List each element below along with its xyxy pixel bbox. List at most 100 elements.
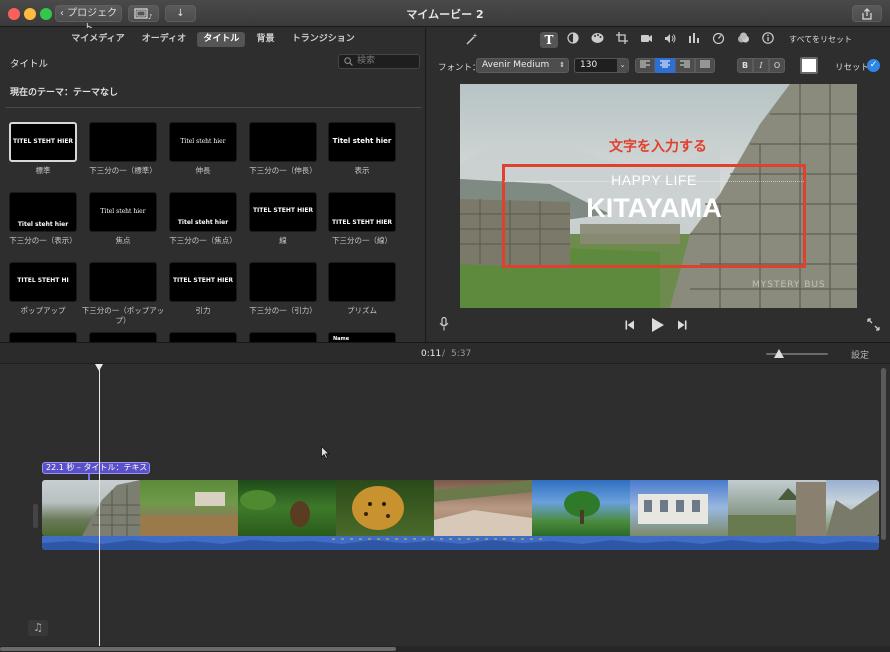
- playhead-handle[interactable]: [95, 364, 103, 371]
- title-tile-label: 下三分の一（線）: [332, 236, 392, 245]
- volume-icon[interactable]: [661, 32, 679, 48]
- audio-waveform[interactable]: [42, 536, 879, 550]
- clip-thumbnail[interactable]: [630, 480, 728, 536]
- checkmark-icon[interactable]: ✓: [867, 59, 880, 72]
- camera-stabilization-icon[interactable]: [637, 32, 655, 48]
- tab-audio[interactable]: オーディオ: [136, 32, 192, 47]
- title-tile[interactable]: TITEL STEHT HIER: [328, 192, 396, 232]
- vertical-scrollbar-thumb[interactable]: [881, 368, 886, 540]
- font-label: フォント：: [438, 63, 481, 73]
- clip-thumbnail[interactable]: [42, 480, 140, 536]
- justify-button[interactable]: [695, 58, 715, 73]
- time-separator: /: [442, 349, 446, 359]
- title-tile-label: 標準: [35, 166, 51, 175]
- play-icon[interactable]: [651, 317, 665, 333]
- clip-thumbnail[interactable]: [826, 480, 879, 536]
- bold-button[interactable]: B: [737, 58, 753, 73]
- clip-thumbnail[interactable]: [728, 480, 826, 536]
- title-tile-label: 伸長: [195, 166, 211, 175]
- title-tile[interactable]: Titel steht hier: [9, 192, 77, 232]
- horizontal-scrollbar-track[interactable]: [0, 646, 890, 652]
- title-text-icon[interactable]: T: [540, 32, 558, 48]
- title-clip[interactable]: 22.1 秒 – タイトル：テキスト: [42, 462, 150, 474]
- speed-gauge-icon[interactable]: [709, 32, 727, 48]
- title-tile[interactable]: [9, 332, 77, 342]
- playhead[interactable]: [95, 364, 103, 646]
- video-clip-strip[interactable]: [42, 480, 879, 536]
- title-tile[interactable]: [328, 262, 396, 302]
- title-line-1[interactable]: HAPPY LIFE: [502, 172, 806, 188]
- title-tile[interactable]: [249, 122, 317, 162]
- reset-all-button[interactable]: すべてをリセット: [789, 34, 852, 45]
- current-time: 0:11: [421, 349, 442, 359]
- video-preview: 文字を入力する HAPPY LIFE KITAYAMA MYSTERY BUS: [460, 84, 857, 308]
- title-tile[interactable]: [249, 332, 317, 342]
- search-input[interactable]: 検索: [338, 54, 420, 69]
- title-tile-preview-text: TITEL STEHT HIER: [252, 207, 314, 214]
- outline-button[interactable]: O: [769, 58, 785, 73]
- title-tile[interactable]: Titel steht hier: [328, 122, 396, 162]
- title-tile[interactable]: [89, 332, 157, 342]
- color-balance-icon[interactable]: [564, 32, 582, 48]
- align-center-button[interactable]: [655, 58, 675, 73]
- title-tile[interactable]: [249, 262, 317, 302]
- info-icon[interactable]: [759, 32, 777, 48]
- clip-drag-handle[interactable]: [33, 504, 38, 528]
- title-tile[interactable]: TITEL STEHT HIER: [9, 122, 77, 162]
- watermark: MYSTERY BUS: [752, 280, 826, 290]
- color-palette-icon[interactable]: [588, 32, 606, 48]
- tab-backgrounds[interactable]: 背景: [251, 32, 281, 47]
- font-size-field[interactable]: 130 ⌄: [574, 58, 629, 73]
- horizontal-scrollbar-thumb[interactable]: [0, 647, 396, 651]
- title-tile-label: 線: [279, 236, 287, 245]
- chevron-down-icon[interactable]: ⌄: [617, 59, 628, 72]
- text-color-swatch[interactable]: [800, 57, 818, 74]
- tab-titles[interactable]: タイトル: [197, 32, 246, 47]
- share-button[interactable]: [852, 5, 882, 22]
- crop-icon[interactable]: [613, 32, 631, 48]
- title-tile-preview-text: TITEL STEHT HIER: [12, 138, 74, 145]
- fullscreen-icon[interactable]: [867, 318, 880, 331]
- skip-forward-icon[interactable]: [677, 320, 687, 330]
- mouse-cursor-icon: [321, 446, 330, 459]
- content-browser: マイメディア オーディオ タイトル 背景 トランジション タイトル 検索 現在の…: [0, 28, 426, 342]
- clip-thumbnail[interactable]: [336, 480, 434, 536]
- title-tile[interactable]: TITEL STEHT HIER: [249, 192, 317, 232]
- title-tile-preview-text: TITEL STEHT HIER: [331, 219, 393, 226]
- tab-transitions[interactable]: トランジション: [286, 32, 361, 47]
- microphone-icon[interactable]: [439, 317, 449, 331]
- clip-thumbnail[interactable]: [532, 480, 630, 536]
- zoom-slider-knob[interactable]: [774, 349, 784, 358]
- align-right-button[interactable]: [675, 58, 695, 73]
- reset-button[interactable]: リセット: [835, 61, 869, 73]
- music-note-icon[interactable]: ♫: [28, 620, 48, 636]
- skip-back-icon[interactable]: [625, 320, 635, 330]
- tab-my-media[interactable]: マイメディア: [65, 32, 130, 47]
- title-tile[interactable]: TITEL STEHT HI: [9, 262, 77, 302]
- timeline-area: 22.1 秒 – タイトル：テキスト ♫: [0, 364, 890, 652]
- timeline-settings-button[interactable]: 設定: [851, 348, 869, 361]
- title-tile[interactable]: [89, 262, 157, 302]
- magic-wand-icon[interactable]: [463, 32, 481, 48]
- title-tile-label: 表示: [354, 166, 370, 175]
- title-tile[interactable]: [89, 122, 157, 162]
- title-tile[interactable]: Titel steht hier: [169, 192, 237, 232]
- search-placeholder: 検索: [357, 56, 376, 66]
- title-tile[interactable]: Titel steht hier: [89, 192, 157, 232]
- title-tile[interactable]: [169, 332, 237, 342]
- title-tile[interactable]: Titel steht hier: [169, 122, 237, 162]
- align-right-icon: [680, 60, 690, 68]
- font-select[interactable]: Avenir Medium ⇕: [476, 58, 569, 73]
- equalizer-icon[interactable]: [685, 32, 703, 48]
- clip-thumbnail[interactable]: [434, 480, 532, 536]
- align-left-button[interactable]: [635, 58, 655, 73]
- clip-thumbnail[interactable]: [140, 480, 238, 536]
- updown-chevron-icon: ⇕: [559, 61, 565, 69]
- clip-filter-icon[interactable]: [734, 32, 752, 48]
- italic-button[interactable]: I: [753, 58, 769, 73]
- vertical-scrollbar[interactable]: [881, 364, 887, 544]
- title-tile[interactable]: Name: [328, 332, 396, 342]
- title-tile[interactable]: TITEL STEHT HIER: [169, 262, 237, 302]
- title-line-2[interactable]: KITAYAMA: [502, 193, 806, 224]
- clip-thumbnail[interactable]: [238, 480, 336, 536]
